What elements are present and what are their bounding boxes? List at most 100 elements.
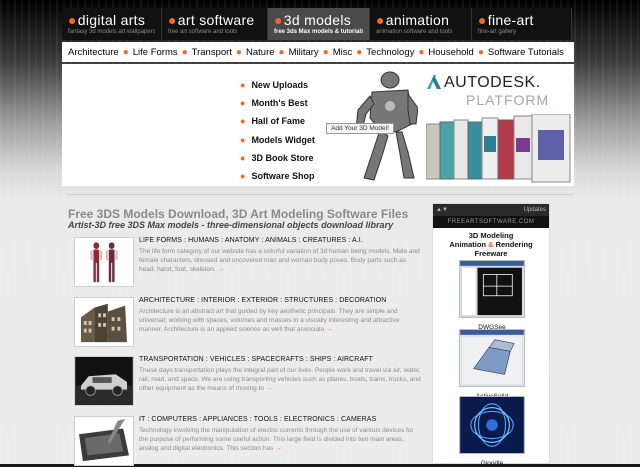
page-title: Free 3DS Models Download, 3D Art Modelin… xyxy=(68,207,409,221)
nav-misc[interactable]: Misc xyxy=(333,47,353,58)
category-life-forms: LIFE FORMS : HUMANS : ANATOMY : ANIMALS … xyxy=(74,237,422,295)
bullet-icon: ● xyxy=(68,12,77,28)
nav-life-forms[interactable]: Life Forms xyxy=(133,47,178,58)
heading-line: Freeware xyxy=(474,249,508,258)
widget-brand[interactable]: FREEARTSOFTWARE.COM xyxy=(433,216,549,228)
menu-new-uploads[interactable]: ● New Uploads xyxy=(240,76,315,94)
menu-3d-book-store[interactable]: ● 3D Book Store xyxy=(240,149,315,167)
banner: ● New Uploads ● Month's Best ● Hall of Fame… xyxy=(62,64,574,186)
bullet-icon: ● xyxy=(478,12,487,28)
bullet-icon: ● xyxy=(376,12,385,28)
category-description: The life form category of our website ha… xyxy=(139,248,421,274)
menu-label: New Uploads xyxy=(251,80,308,91)
tab-animation[interactable]: ●animation animation software and tools xyxy=(370,8,472,40)
nav-nature[interactable]: Nature xyxy=(246,47,275,58)
software-dwgsee[interactable]: DWGSee xyxy=(459,260,525,331)
tab-title: digital arts xyxy=(77,12,146,28)
bullet-icon: ● xyxy=(274,12,283,28)
software-boxes-image xyxy=(426,114,571,183)
menu-label: Month's Best xyxy=(251,98,308,109)
tab-art-software[interactable]: ●art software free art software and tool… xyxy=(162,8,268,40)
bullet-icon: ● xyxy=(477,46,484,58)
category-nav: Architecture ● Life Forms ● Transport ● … xyxy=(62,42,574,62)
tab-label: ●art software xyxy=(168,12,261,28)
bullet-icon: ● xyxy=(356,46,363,58)
gloodle-screenshot xyxy=(459,396,525,454)
bullet-icon: ● xyxy=(240,116,246,127)
bullet-icon: ● xyxy=(240,80,246,91)
menu-label: 3D Book Store xyxy=(251,152,314,163)
tab-title: animation xyxy=(385,12,450,28)
menu-label: Models Widget xyxy=(251,134,315,145)
arrow-icon[interactable]: → xyxy=(326,326,333,333)
top-tabs: ●digital arts fantasy 3d models art wall… xyxy=(62,8,572,40)
dwgsee-screenshot xyxy=(459,260,525,318)
category-description: These days transportation plays the inte… xyxy=(139,367,421,393)
tab-title: 3d models xyxy=(283,12,352,28)
category-heading[interactable]: IT : COMPUTERS : APPLIANCES : TOOLS : EL… xyxy=(139,416,376,423)
tab-subtitle: free art software and tools xyxy=(168,29,238,35)
bullet-icon: ● xyxy=(240,98,246,109)
category-architecture: ARCHITECTURE : INTERIOR : EXTERIOR : STR… xyxy=(74,297,422,355)
autodesk-platform-text: PLATFORM xyxy=(466,92,550,108)
category-it: IT : COMPUTERS : APPLIANCES : TOOLS : EL… xyxy=(74,416,422,466)
bullet-icon: ● xyxy=(240,171,246,182)
bullet-icon: ● xyxy=(418,46,425,58)
bullet-icon: ● xyxy=(240,134,246,145)
nav-household[interactable]: Household xyxy=(428,47,473,58)
nav-software-tutorials[interactable]: Software Tutorials xyxy=(488,47,564,58)
tab-subtitle: animation software and tools xyxy=(376,29,453,35)
category-heading[interactable]: LIFE FORMS : HUMANS : ANATOMY : ANIMALS … xyxy=(139,237,363,244)
category-heading[interactable]: TRANSPORTATION : VEHICLES : SPACECRAFTS … xyxy=(139,356,373,363)
transportation-thumbnail[interactable] xyxy=(74,356,134,406)
bullet-icon: ● xyxy=(322,46,329,58)
tab-title: art software xyxy=(177,12,255,28)
tab-digital-arts[interactable]: ●digital arts fantasy 3d models art wall… xyxy=(62,8,162,40)
software-activesolid[interactable]: ActiveSolid xyxy=(459,329,525,400)
tab-label: ●fine-art xyxy=(478,12,565,28)
tab-subtitle: fine-art gallery xyxy=(478,29,517,35)
bullet-icon: ● xyxy=(235,46,243,58)
it-thumbnail[interactable] xyxy=(74,416,134,466)
arrow-icon[interactable]: → xyxy=(275,445,282,452)
freeartsoftware-widget: ▲▼ Updates FREEARTSOFTWARE.COM 3D Modeli… xyxy=(432,203,550,467)
heading-line: 3D Modeling xyxy=(468,231,514,240)
autodesk-ad[interactable]: AUTODESK. PLATFORM xyxy=(418,64,574,186)
page-subtitle: Artist-3D free 3DS Max models - three-di… xyxy=(68,220,394,230)
banner-menu: ● New Uploads ● Month's Best ● Hall of Fame… xyxy=(240,76,315,185)
nav-transport[interactable]: Transport xyxy=(192,47,232,58)
bullet-icon: ● xyxy=(122,46,129,58)
nav-technology[interactable]: Technology xyxy=(366,47,414,58)
architecture-thumbnail[interactable] xyxy=(74,297,134,347)
divider xyxy=(66,194,574,195)
tab-label: ●3d models xyxy=(274,12,363,28)
heading-line: Animation & Rendering xyxy=(433,240,549,249)
heading-text: Animation xyxy=(449,240,489,249)
menu-label: Hall of Fame xyxy=(251,116,305,127)
menu-models-widget[interactable]: ● Models Widget xyxy=(240,131,315,149)
autodesk-logo-text: AUTODESK. xyxy=(444,74,541,91)
description-text: Architecture is an abstract art that gui… xyxy=(139,308,400,333)
tab-subtitle: free 3ds Max models & tutorials xyxy=(274,29,363,35)
scroll-arrows-icon[interactable]: ▲▼ xyxy=(436,207,448,213)
bullet-icon: ● xyxy=(240,152,246,163)
menu-hall-of-fame[interactable]: ● Hall of Fame xyxy=(240,112,315,130)
category-heading[interactable]: ARCHITECTURE : INTERIOR : EXTERIOR : STR… xyxy=(139,297,386,304)
tab-label: ●animation xyxy=(376,12,465,28)
bullet-icon: ● xyxy=(278,46,285,58)
category-description: Technology involving the manipulation of… xyxy=(139,427,421,453)
tab-label: ●digital arts xyxy=(68,12,155,28)
add-your-3d-model-button[interactable]: Add Your 3D Model! xyxy=(326,123,394,134)
arrow-icon[interactable]: → xyxy=(217,266,224,273)
tab-fine-art[interactable]: ●fine-art fine-art gallery xyxy=(472,8,572,40)
software-gloodle[interactable]: Gloodle xyxy=(459,396,525,467)
nav-military[interactable]: Military xyxy=(289,47,319,58)
menu-months-best[interactable]: ● Month's Best xyxy=(240,94,315,112)
menu-software-shop[interactable]: ● Software Shop xyxy=(240,167,315,185)
nav-architecture[interactable]: Architecture xyxy=(68,47,119,58)
tab-3d-models[interactable]: ●3d models free 3ds Max models & tutoria… xyxy=(268,8,370,40)
arrow-icon[interactable]: → xyxy=(266,385,273,392)
life-forms-thumbnail[interactable] xyxy=(74,237,134,287)
description-text: The life form category of our website ha… xyxy=(139,248,420,273)
updates-link[interactable]: Updates xyxy=(524,207,546,213)
